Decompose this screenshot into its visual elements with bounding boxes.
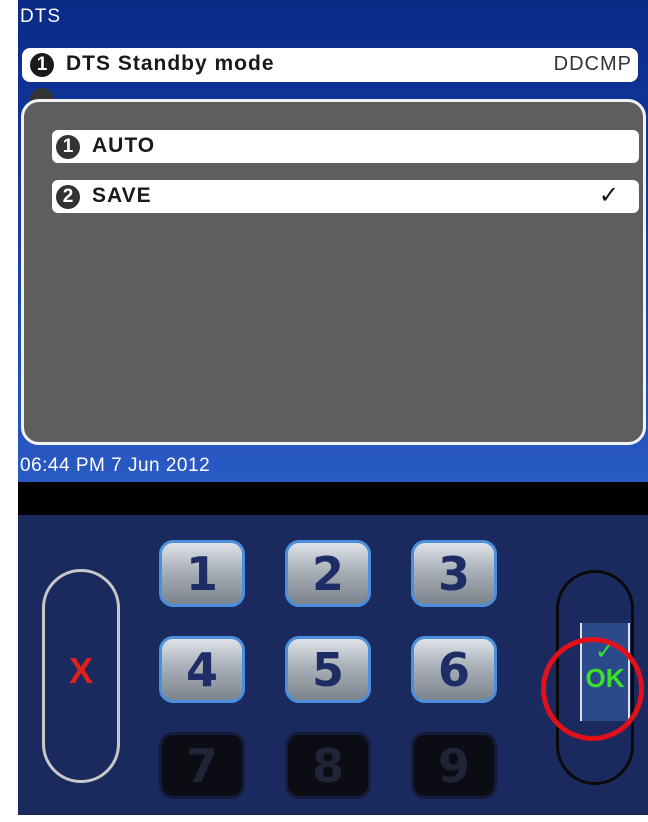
ok-highlight-circle (541, 637, 644, 741)
keypad-panel: X 1 2 3 4 5 6 7 8 9 ✓ OK (18, 515, 648, 815)
x-icon: X (68, 650, 93, 691)
option-dialog: 1 AUTO 2 SAVE ✓ (21, 99, 646, 445)
key-5[interactable]: 5 (285, 636, 371, 703)
key-3[interactable]: 3 (411, 540, 497, 607)
option-label: SAVE (92, 184, 152, 207)
option-number-badge: 2 (56, 185, 80, 209)
menu-item-number-badge: 1 (30, 53, 54, 77)
option-auto[interactable]: 1 AUTO (52, 130, 639, 163)
key-1[interactable]: 1 (159, 540, 245, 607)
option-save[interactable]: 2 SAVE ✓ (52, 180, 639, 213)
device-screen: DTS 1 DTS Standby mode DDCMP 1 AUTO 2 SA… (18, 0, 648, 515)
key-7: 7 (159, 732, 245, 799)
key-4[interactable]: 4 (159, 636, 245, 703)
key-9: 9 (411, 732, 497, 799)
key-2[interactable]: 2 (285, 540, 371, 607)
menu-item-value: DDCMP (553, 53, 632, 75)
status-datetime: 06:44 PM 7 Jun 2012 (20, 455, 211, 476)
cancel-button[interactable]: X (42, 569, 120, 783)
key-6[interactable]: 6 (411, 636, 497, 703)
menu-item-label: DTS Standby mode (66, 52, 275, 75)
option-label: AUTO (92, 134, 156, 157)
screen-title: DTS (20, 6, 61, 27)
option-number-badge: 1 (56, 135, 80, 159)
menu-item-dts-standby-mode[interactable]: 1 DTS Standby mode DDCMP (22, 48, 638, 82)
key-8: 8 (285, 732, 371, 799)
checkmark-icon: ✓ (598, 182, 619, 209)
